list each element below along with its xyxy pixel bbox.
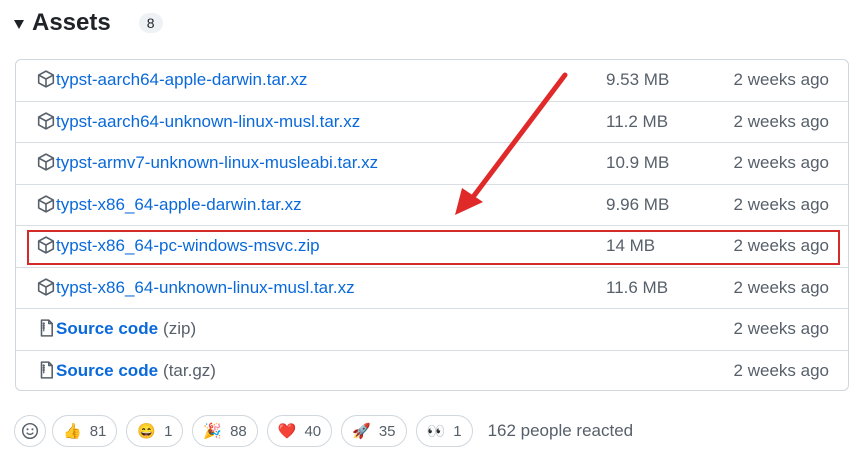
eyes-icon: 👀 (426, 423, 446, 440)
reaction-heart[interactable]: ❤️ 40 (266, 415, 333, 447)
asset-date: 2 weeks ago (733, 111, 829, 131)
source-code-format: (tar.gz) (163, 360, 216, 380)
asset-link[interactable]: Source code (zip) (56, 319, 196, 339)
reaction-count: 40 (304, 422, 322, 440)
hooray-icon: 🎉 (203, 423, 223, 440)
source-code-label: Source code (56, 360, 159, 380)
asset-link[interactable]: typst-armv7-unknown-linux-musleabi.tar.x… (56, 153, 378, 173)
reaction-rocket[interactable]: 🚀 35 (341, 415, 407, 447)
asset-row-source-zip: Source code (zip) 2 weeks ago (16, 309, 848, 351)
assets-header[interactable]: Assets 8 (14, 8, 163, 38)
asset-size: 11.6 MB (606, 277, 669, 297)
asset-row: typst-aarch64-unknown-linux-musl.tar.xz … (16, 102, 848, 143)
asset-size: 9.96 MB (606, 194, 670, 214)
assets-count-badge: 8 (138, 13, 163, 33)
asset-link[interactable]: typst-x86_64-apple-darwin.tar.xz (56, 195, 302, 215)
asset-size: 11.2 MB (606, 111, 669, 131)
asset-date: 2 weeks ago (733, 70, 829, 89)
asset-link[interactable]: typst-aarch64-apple-darwin.tar.xz (56, 70, 307, 90)
reactions-summary: 162 people reacted (487, 421, 634, 440)
reactions-bar: 👍 81 😄 1 🎉 88 ❤️ 40 🚀 35 👀 1 162 people reacte… (14, 414, 633, 448)
assets-title: Assets (32, 9, 111, 36)
reaction-count: 1 (164, 422, 173, 440)
reaction-count: 35 (378, 422, 396, 440)
rocket-icon: 🚀 (352, 423, 371, 440)
package-icon (37, 153, 55, 171)
asset-row: typst-aarch64-apple-darwin.tar.xz 9.53 M… (16, 60, 848, 102)
asset-link[interactable]: Source code (tar.gz) (56, 361, 216, 381)
asset-link[interactable]: typst-x86_64-unknown-linux-musl.tar.xz (56, 278, 355, 298)
asset-row: typst-armv7-unknown-linux-musleabi.tar.x… (16, 143, 848, 185)
heart-icon: ❤️ (277, 423, 297, 440)
package-icon (37, 277, 55, 296)
asset-size: 9.53 MB (606, 70, 670, 89)
asset-row: typst-x86_64-unknown-linux-musl.tar.xz 1… (16, 268, 848, 309)
reaction-hooray[interactable]: 🎉 88 (192, 415, 258, 447)
file-zip-icon (37, 319, 55, 337)
asset-row-windows-zip: typst-x86_64-pc-windows-msvc.zip 14 MB 2… (16, 226, 848, 268)
asset-row: typst-x86_64-apple-darwin.tar.xz 9.96 MB… (16, 185, 848, 226)
file-zip-icon (37, 360, 55, 379)
reaction-eyes[interactable]: 👀 1 (415, 415, 473, 447)
asset-size: 14 MB (606, 236, 656, 255)
package-icon (37, 111, 55, 130)
asset-row-source-tar: Source code (tar.gz) 2 weeks ago (16, 351, 848, 391)
reaction-laugh[interactable]: 😄 1 (126, 415, 184, 447)
asset-date: 2 weeks ago (733, 277, 829, 297)
assets-list: typst-aarch64-apple-darwin.tar.xz 9.53 M… (15, 59, 849, 391)
reaction-count: 88 (230, 422, 247, 440)
asset-date: 2 weeks ago (733, 153, 829, 172)
asset-link[interactable]: typst-aarch64-unknown-linux-musl.tar.xz (56, 112, 360, 132)
asset-date: 2 weeks ago (733, 236, 829, 255)
smiley-icon (21, 422, 39, 440)
reaction-thumbs-up[interactable]: 👍 81 (52, 415, 118, 447)
reaction-count: 1 (453, 422, 462, 440)
thumbs-up-icon: 👍 (63, 423, 82, 440)
package-icon (37, 236, 55, 254)
package-icon (37, 70, 55, 88)
asset-link[interactable]: typst-x86_64-pc-windows-msvc.zip (56, 236, 320, 256)
asset-date: 2 weeks ago (733, 360, 829, 380)
asset-date: 2 weeks ago (733, 194, 829, 214)
add-reaction-button[interactable] (14, 415, 46, 447)
asset-size: 10.9 MB (606, 153, 670, 172)
asset-date: 2 weeks ago (733, 319, 829, 338)
laugh-icon: 😄 (137, 423, 157, 440)
package-icon (37, 194, 55, 213)
reaction-count: 81 (89, 422, 107, 440)
caret-down-icon[interactable] (14, 20, 24, 29)
source-code-label: Source code (56, 319, 159, 338)
source-code-format: (zip) (163, 319, 197, 338)
